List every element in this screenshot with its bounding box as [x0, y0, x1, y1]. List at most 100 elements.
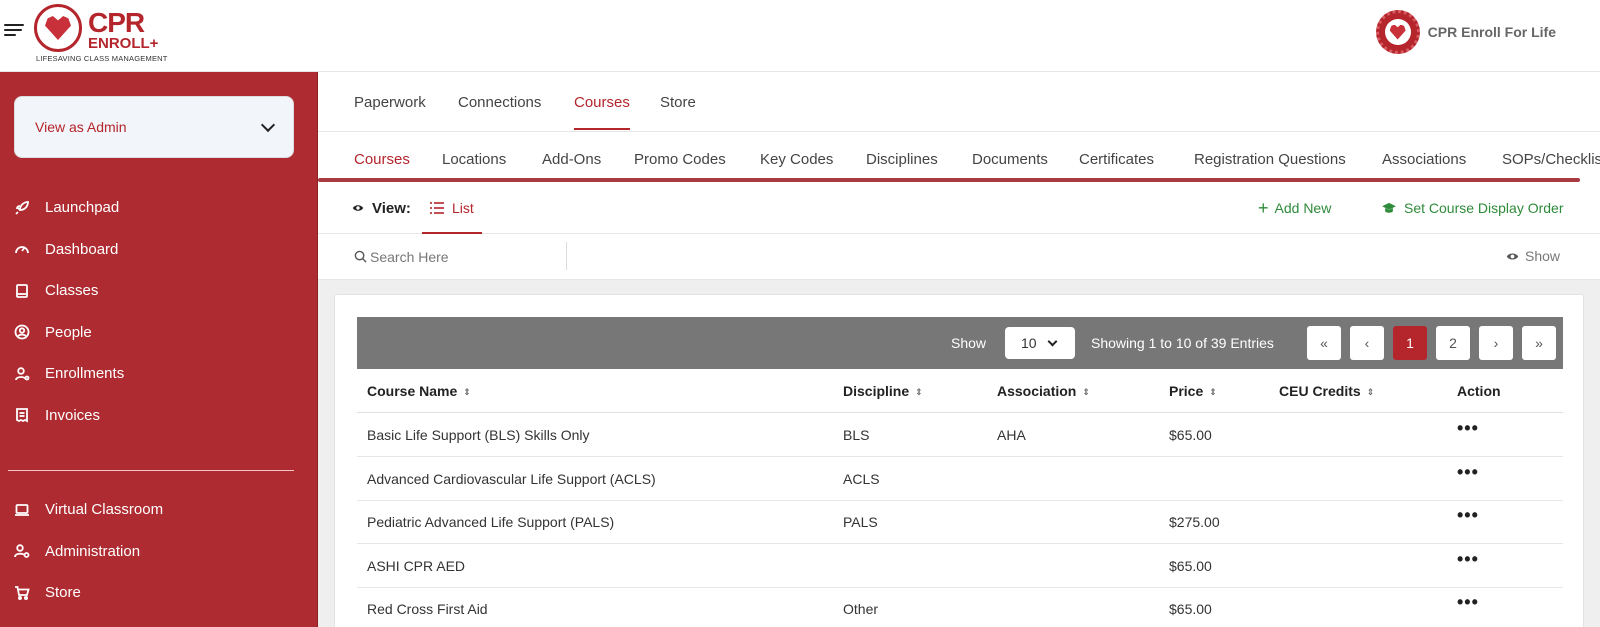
role-select-value: View as Admin	[35, 119, 127, 135]
subtab-disciplines[interactable]: Disciplines	[866, 151, 938, 168]
column-header-label: Price	[1169, 383, 1204, 399]
column-header-label: CEU Credits	[1279, 383, 1361, 399]
sort-icon[interactable]: ⇕	[1367, 387, 1375, 398]
app-logo[interactable]: CPR ENROLL+ LIFESAVING CLASS MANAGEMENT	[34, 4, 167, 64]
next-page-button[interactable]: ›	[1479, 326, 1513, 360]
column-header-action: Action	[1457, 383, 1501, 399]
cell-price: $275.00	[1169, 514, 1220, 530]
menu-toggle-icon[interactable]	[4, 24, 24, 40]
first-page-button[interactable]: «	[1307, 326, 1341, 360]
page-size-select[interactable]: 10	[1005, 327, 1075, 359]
column-header-price[interactable]: Price ⇕	[1169, 383, 1217, 399]
cell-price: $65.00	[1169, 427, 1212, 443]
tab-courses[interactable]: Courses	[574, 94, 630, 111]
search-input[interactable]	[370, 244, 550, 270]
add-new-button[interactable]: + Add New	[1258, 199, 1332, 217]
cell-price: $65.00	[1169, 601, 1212, 617]
graduation-cap-icon	[1382, 202, 1396, 213]
sidebar-item-enrollments[interactable]: Enrollments	[0, 353, 318, 395]
subtab-locations[interactable]: Locations	[442, 151, 506, 168]
tab-store[interactable]: Store	[660, 94, 696, 111]
view-list-label: List	[452, 200, 474, 216]
sidebar-item-classes[interactable]: Classes	[0, 270, 318, 312]
set-display-order-label: Set Course Display Order	[1404, 200, 1564, 216]
column-header-label: Discipline	[843, 383, 910, 399]
column-header-ceu-credits[interactable]: CEU Credits ⇕	[1279, 383, 1374, 399]
organization-badge[interactable]: CPR Enroll For Life	[1375, 10, 1556, 54]
org-seal-icon	[1375, 10, 1420, 54]
page-size-label: Show	[951, 335, 987, 351]
cell-discipline: PALS	[843, 514, 878, 530]
user-circle-icon	[13, 323, 31, 341]
sidebar-item-store[interactable]: Store	[0, 572, 318, 614]
sidebar-item-administration[interactable]: Administration	[0, 531, 318, 573]
set-display-order-button[interactable]: Set Course Display Order	[1382, 200, 1564, 216]
sort-icon[interactable]: ⇕	[915, 387, 923, 398]
subtab-key-codes[interactable]: Key Codes	[760, 151, 833, 168]
table-row: ASHI CPR AED $65.00 •••	[357, 544, 1563, 588]
subtab-sops-checklis[interactable]: SOPs/Checklis	[1502, 151, 1600, 168]
subtab-promo-codes[interactable]: Promo Codes	[634, 151, 726, 168]
column-header-association[interactable]: Association ⇕	[997, 383, 1090, 399]
subtab-add-ons[interactable]: Add-Ons	[542, 151, 601, 168]
subtab-associations[interactable]: Associations	[1382, 151, 1466, 168]
page-2-button[interactable]: 2	[1436, 326, 1470, 360]
logo-tagline: LIFESAVING CLASS MANAGEMENT	[36, 54, 168, 63]
column-header-course-name[interactable]: Course Name ⇕	[367, 383, 471, 399]
sidebar-item-people[interactable]: People	[0, 312, 318, 354]
cell-name: Red Cross First Aid	[367, 601, 488, 617]
cell-discipline: Other	[843, 601, 879, 617]
column-header-label: Association	[997, 383, 1077, 399]
sidebar-item-label: Invoices	[45, 406, 101, 424]
role-select[interactable]: View as Admin	[14, 96, 294, 158]
page-1-button[interactable]: 1	[1393, 326, 1427, 360]
logo-primary-text: CPR	[88, 7, 145, 38]
sidebar-item-label: People	[45, 323, 92, 341]
sort-icon[interactable]: ⇕	[1082, 387, 1090, 398]
sidebar-item-launchpad[interactable]: Launchpad	[0, 187, 318, 229]
sidebar-item-virtual-classroom[interactable]: Virtual Classroom	[0, 489, 318, 531]
table-row: Red Cross First Aid Other $65.00 •••	[357, 587, 1563, 627]
pagination: « ‹ 1 2 › »	[1307, 326, 1565, 360]
subtab-documents[interactable]: Documents	[972, 151, 1048, 168]
subtab-registration-questions[interactable]: Registration Questions	[1194, 151, 1346, 168]
primary-tabs: Paperwork Connections Courses Store	[318, 72, 1600, 132]
tab-paperwork[interactable]: Paperwork	[354, 94, 426, 111]
sidebar-item-invoices[interactable]: Invoices	[0, 395, 318, 437]
sort-icon[interactable]: ⇕	[463, 387, 471, 398]
row-actions-menu-icon[interactable]: •••	[1457, 593, 1479, 611]
show-columns-button[interactable]: Show	[1506, 248, 1560, 264]
row-actions-menu-icon[interactable]: •••	[1457, 419, 1479, 437]
secondary-tabs: Courses Locations Add-Ons Promo Codes Key Co…	[318, 132, 1600, 184]
prev-page-button[interactable]: ‹	[1350, 326, 1384, 360]
row-actions-menu-icon[interactable]: •••	[1457, 463, 1479, 481]
tab-connections[interactable]: Connections	[458, 94, 541, 111]
tabs-scroll-bar[interactable]	[318, 178, 1580, 182]
sidebar-item-label: Virtual Classroom	[45, 501, 164, 519]
sidebar-divider	[8, 470, 294, 471]
cell-association: AHA	[997, 427, 1026, 443]
last-page-button[interactable]: »	[1522, 326, 1556, 360]
subtab-courses[interactable]: Courses	[354, 151, 410, 168]
sort-icon[interactable]: ⇕	[1209, 387, 1217, 398]
sidebar-item-label: Store	[45, 584, 81, 602]
cell-name: Advanced Cardiovascular Life Support (AC…	[367, 470, 656, 487]
cell-name: ASHI CPR AED	[367, 557, 466, 574]
cell-name: Pediatric Advanced Life Support (PALS)	[367, 514, 615, 530]
table-row: Advanced Cardiovascular Life Support (AC…	[357, 457, 1563, 501]
sidebar-nav-secondary: Virtual Classroom Administration Store	[0, 489, 318, 614]
column-header-label: Action	[1457, 383, 1501, 399]
sidebar-item-label: Administration	[45, 542, 141, 560]
view-list-tab[interactable]: List	[422, 184, 482, 234]
add-new-label: Add New	[1274, 200, 1332, 216]
column-header-discipline[interactable]: Discipline ⇕	[843, 383, 923, 399]
rocket-icon	[13, 199, 31, 217]
subtab-certificates[interactable]: Certificates	[1079, 151, 1154, 168]
table-header: Course Name ⇕ Discipline ⇕ Association ⇕ Price…	[357, 369, 1563, 413]
heart-logo-icon	[34, 4, 82, 52]
table-controls-bar: Show 10 Showing 1 to 10 of 39 Entries « ‹…	[357, 317, 1563, 369]
row-actions-menu-icon[interactable]: •••	[1457, 550, 1479, 568]
org-name: CPR Enroll For Life	[1427, 24, 1556, 40]
sidebar-item-dashboard[interactable]: Dashboard	[0, 229, 318, 271]
row-actions-menu-icon[interactable]: •••	[1457, 506, 1479, 524]
